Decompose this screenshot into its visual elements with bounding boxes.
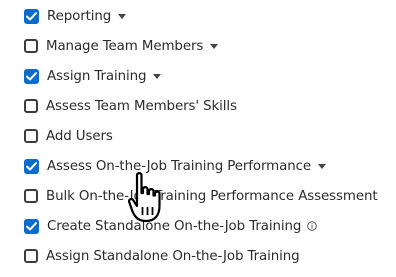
checkbox-manage-team-members[interactable] <box>24 39 38 53</box>
checkmark-icon <box>26 71 37 80</box>
chevron-down-icon[interactable] <box>118 13 127 19</box>
checkbox-create-standalone-ojt[interactable] <box>24 218 39 234</box>
permission-item-bulk-ojt-assessment[interactable]: Bulk On-the-Job Training Performance Ass… <box>24 185 378 207</box>
permission-item-assign-training[interactable]: Assign Training <box>24 65 162 87</box>
permission-label: Add Users <box>46 128 113 144</box>
checkbox-assign-training[interactable] <box>24 68 39 84</box>
permission-label: Manage Team Members <box>46 38 204 54</box>
checkbox-assess-team-members-skills[interactable] <box>24 99 38 113</box>
permission-item-add-users[interactable]: Add Users <box>24 125 113 147</box>
permission-label: Create Standalone On-the-Job Training <box>47 218 302 234</box>
chevron-down-icon[interactable] <box>153 73 162 79</box>
checkbox-assign-standalone-ojt[interactable] <box>24 249 38 263</box>
permission-label: Assign Training <box>47 68 147 84</box>
permission-label: Reporting <box>47 8 112 24</box>
checkbox-add-users[interactable] <box>24 129 38 143</box>
permission-item-reporting[interactable]: Reporting <box>24 5 127 27</box>
permission-item-manage-team-members[interactable]: Manage Team Members <box>24 35 219 57</box>
permission-label: Bulk On-the-Job Training Performance Ass… <box>46 188 378 204</box>
chevron-down-icon[interactable] <box>210 43 219 49</box>
permission-item-assess-team-members-skills[interactable]: Assess Team Members' Skills <box>24 95 237 117</box>
permission-label: Assess Team Members' Skills <box>46 98 237 114</box>
checkmark-icon <box>26 161 37 170</box>
checkmark-icon <box>26 221 37 230</box>
permission-item-assign-standalone-ojt[interactable]: Assign Standalone On-the-Job Training <box>24 245 300 267</box>
checkbox-bulk-ojt-assessment[interactable] <box>24 189 38 203</box>
permission-item-create-standalone-ojt[interactable]: Create Standalone On-the-Job Training <box>24 215 318 237</box>
checkbox-assess-ojt-performance[interactable] <box>24 158 39 174</box>
chevron-down-icon[interactable] <box>318 163 327 169</box>
permission-item-assess-ojt-performance[interactable]: Assess On-the-Job Training Performance <box>24 155 327 177</box>
checkbox-reporting[interactable] <box>24 8 39 24</box>
permission-label: Assign Standalone On-the-Job Training <box>46 248 300 264</box>
permission-label: Assess On-the-Job Training Performance <box>47 158 312 174</box>
checkmark-icon <box>26 11 37 20</box>
info-icon[interactable] <box>307 221 318 231</box>
